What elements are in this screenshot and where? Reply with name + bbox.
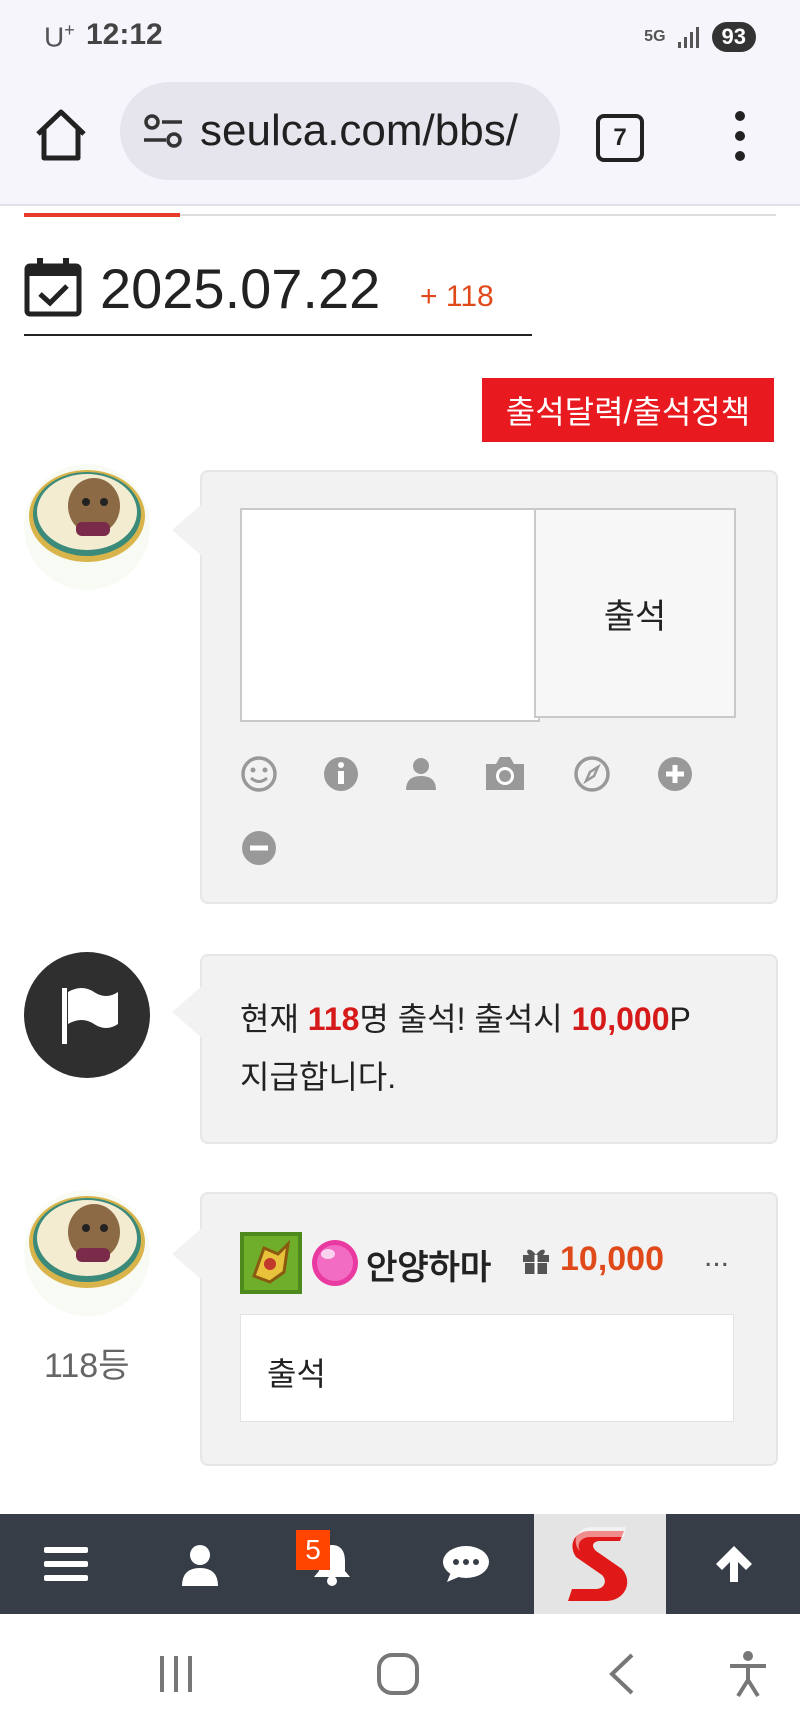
flag-icon (24, 952, 150, 1078)
status-icons: 5G 93 (644, 20, 756, 54)
comment-text: 출석 (267, 1356, 326, 1392)
nav-profile[interactable] (134, 1514, 266, 1614)
commenter-nickname[interactable]: 안양하마 (366, 1240, 491, 1289)
system-navigation-bar (0, 1614, 800, 1734)
attendance-policy-button[interactable]: 출석달력/출석정책 (482, 378, 774, 442)
url-text: seulca.com/bbs/ (200, 106, 518, 155)
tab-active-indicator (24, 213, 180, 217)
nav-notifications[interactable] (266, 1514, 398, 1614)
accessibility-icon[interactable] (726, 1650, 770, 1698)
browser-toolbar: seulca.com/bbs/ 7 (0, 72, 800, 206)
address-bar[interactable]: seulca.com/bbs/ (120, 82, 560, 180)
home-nav-icon[interactable] (376, 1652, 420, 1696)
home-icon[interactable] (30, 104, 92, 166)
commenter-avatar[interactable] (24, 1190, 150, 1316)
arrow-up-icon (716, 1546, 752, 1582)
site-settings-icon[interactable] (142, 112, 184, 152)
level-icon (240, 1232, 302, 1294)
nav-menu[interactable] (0, 1514, 132, 1614)
notice-count: 118 (307, 1001, 360, 1037)
avatar-image (24, 464, 150, 590)
battery-indicator: 93 (711, 22, 756, 52)
nav-chat[interactable] (400, 1514, 532, 1614)
attendance-count: + 118 (420, 280, 494, 313)
notice-line2: 지급합니다. (240, 1059, 397, 1095)
date-header: 2025.07.22 + 118 (24, 250, 532, 336)
more-options-button[interactable]: ... (704, 1240, 729, 1274)
user-icon (182, 1545, 218, 1586)
info-icon[interactable] (321, 754, 361, 794)
notice-suffix: P (669, 1001, 691, 1037)
status-bar: U+ 12:12 5G 93 (0, 0, 800, 72)
reward-points: 10,000 (560, 1240, 664, 1278)
gift-icon (523, 1249, 549, 1274)
bubble-arrow (172, 1228, 202, 1280)
notice-prefix: 현재 (240, 1001, 308, 1037)
tab-switcher-button[interactable]: 7 (596, 114, 644, 162)
signal-icon (677, 27, 699, 48)
attendance-date: 2025.07.22 (100, 257, 381, 320)
bottom-navigation (0, 1514, 800, 1614)
attendance-notice: 현재 118명 출석! 출석시 10,000P 지급합니다. (240, 990, 740, 1106)
bubble-arrow (172, 986, 202, 1038)
attendance-rank: 118등 (44, 1347, 130, 1385)
calendar-check-icon (24, 258, 82, 317)
network-label: 5G (644, 28, 666, 45)
hamburger-icon (44, 1547, 88, 1581)
chat-bubble-icon (443, 1546, 489, 1582)
camera-icon[interactable] (482, 752, 528, 794)
notice-mid: 명 출석! 출석시 (359, 1001, 572, 1037)
nav-site-logo[interactable] (534, 1514, 666, 1614)
plus-circle-icon[interactable] (655, 754, 695, 794)
user-icon[interactable] (401, 754, 441, 794)
avatar-image (24, 1190, 150, 1316)
compass-icon[interactable] (572, 754, 612, 794)
carrier-label: U+ (44, 20, 75, 53)
comment-content: 출석 (240, 1314, 734, 1422)
site-logo-icon (568, 1527, 628, 1601)
nav-scroll-top[interactable] (668, 1514, 800, 1614)
user-avatar (24, 464, 150, 590)
emoji-icon[interactable] (239, 754, 279, 794)
recent-apps-icon[interactable] (156, 1654, 196, 1694)
attendance-textarea[interactable] (240, 508, 540, 722)
minus-circle-icon[interactable] (239, 828, 279, 868)
grade-orb-icon (312, 1240, 358, 1286)
overflow-menu-icon[interactable] (730, 110, 750, 162)
bubble-arrow (172, 504, 202, 556)
notification-badge: 5 (296, 1530, 330, 1570)
clock: 12:12 (86, 18, 163, 51)
attendance-submit-button[interactable]: 출석 (534, 508, 736, 718)
back-icon[interactable] (606, 1652, 638, 1696)
notice-points: 10,000 (571, 1001, 670, 1037)
